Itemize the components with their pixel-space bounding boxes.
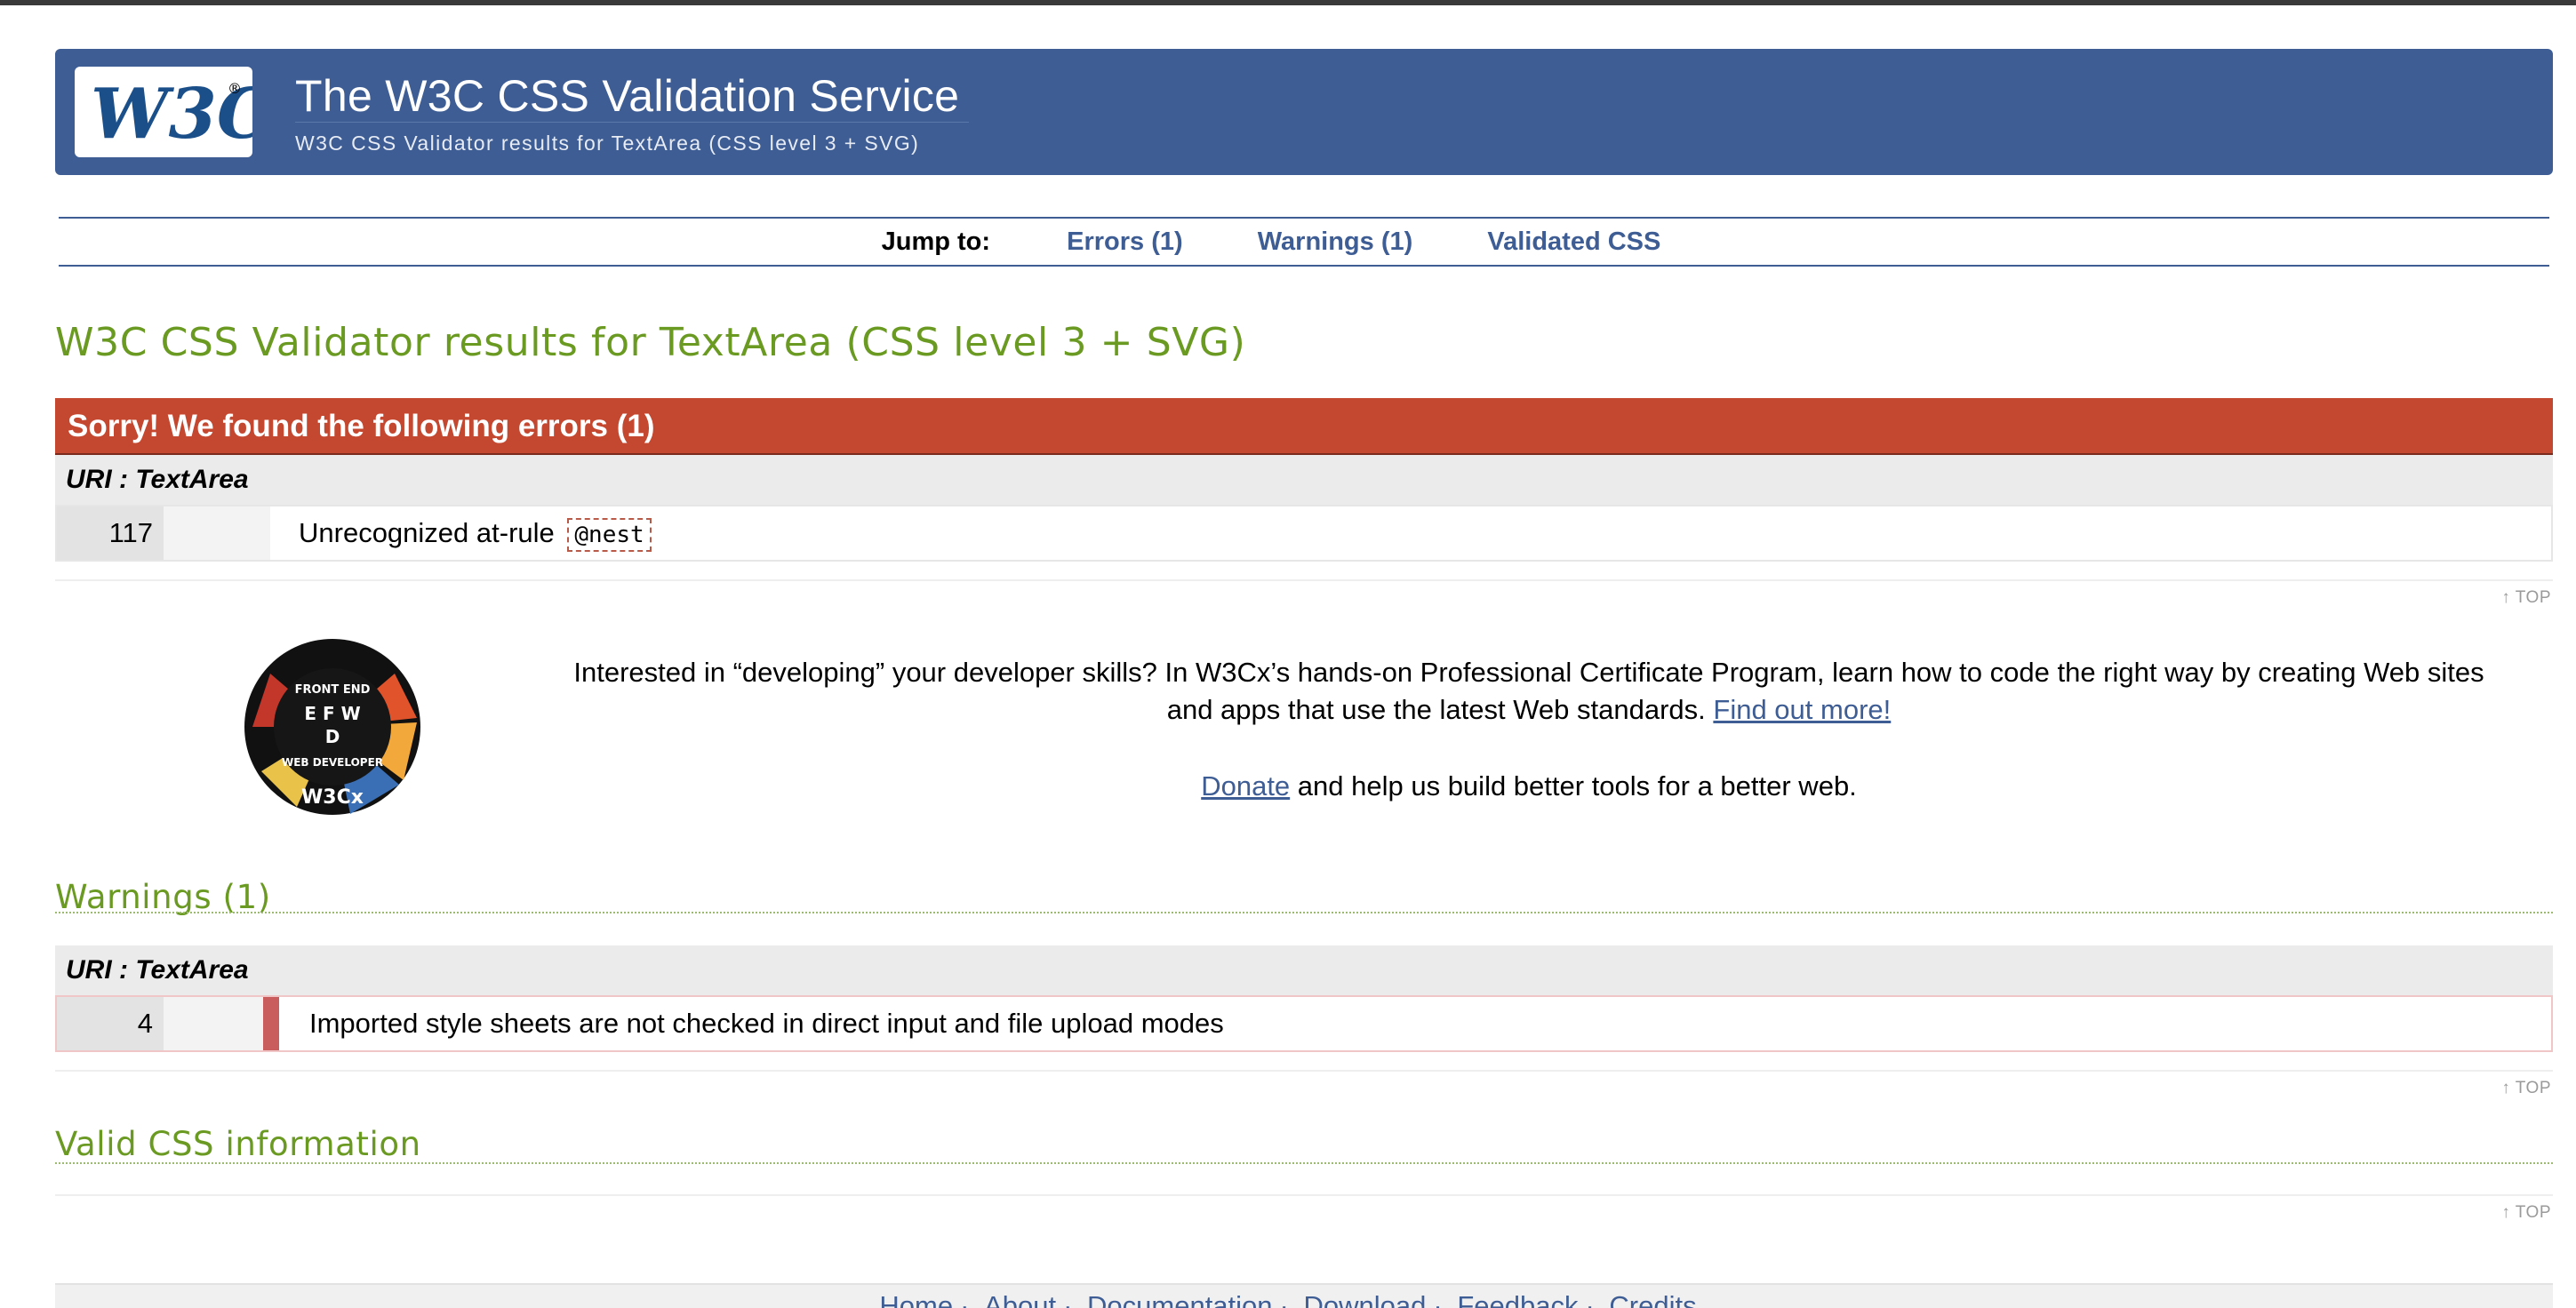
warning-message: Imported style sheets are not checked in… (309, 1008, 1224, 1039)
back-to-top-link[interactable]: ↑ TOP (2501, 1203, 2551, 1223)
jump-nav-rule-bottom (59, 265, 2549, 267)
footer-separator: · (1279, 1290, 1289, 1308)
footer-link-credits[interactable]: Credits (1609, 1290, 1696, 1308)
valid-css-heading-rule (55, 1162, 2553, 1164)
donate-link[interactable]: Donate (1201, 770, 1290, 802)
warning-line-number: 4 (57, 997, 164, 1050)
valid-css-heading: Valid CSS information (55, 1125, 421, 1163)
find-out-more-link[interactable]: Find out more! (1713, 694, 1891, 725)
error-context-cell (164, 506, 270, 560)
warnings-heading: Warnings (1) (55, 878, 271, 916)
promo-message: Interested in “developing” your develope… (551, 654, 2507, 729)
back-to-top-link[interactable]: ↑ TOP (2501, 588, 2551, 608)
page-title: The W3C CSS Validation Service (295, 71, 960, 121)
jump-link-warnings[interactable]: Warnings (1) (1258, 227, 1413, 257)
error-message: Unrecognized at-rule @nest (299, 506, 652, 562)
footer-separator: · (1433, 1290, 1443, 1308)
errors-uri-row: URI : TextArea (55, 455, 2553, 505)
jump-link-errors[interactable]: Errors (1) (1067, 227, 1183, 257)
error-line-number: 117 (57, 506, 164, 560)
svg-text:FRONT END: FRONT END (295, 683, 371, 697)
donate-message: Donate and help us build better tools fo… (551, 768, 2507, 805)
footer-nav: Home · About · Documentation · Download · Fe… (0, 1290, 2576, 1308)
section-separator (55, 1194, 2553, 1196)
footer-link-download[interactable]: Download (1303, 1290, 1426, 1308)
promo-text: Interested in “developing” your develope… (573, 657, 2484, 725)
jump-link-validated-css[interactable]: Validated CSS (1487, 227, 1660, 257)
svg-text:D: D (325, 726, 340, 747)
donate-text: and help us build better tools for a bet… (1290, 770, 1857, 802)
section-separator (55, 1070, 2553, 1072)
page-subtitle: W3C CSS Validator results for TextArea (… (295, 132, 920, 155)
results-heading: W3C CSS Validator results for TextArea (… (55, 320, 1246, 365)
footer-link-about[interactable]: About (984, 1290, 1056, 1308)
w3c-logo[interactable]: W3C ® (75, 67, 252, 157)
front-end-developer-badge[interactable]: FRONT END E F W D WEB DEVELOPER W3Cx (244, 638, 421, 816)
footer-separator: · (960, 1290, 970, 1308)
errors-banner: Sorry! We found the following errors (1) (55, 398, 2553, 455)
jump-nav-rule-top (59, 217, 2549, 219)
error-code-snippet: @nest (567, 518, 652, 552)
error-message-text: Unrecognized at-rule (299, 517, 555, 548)
jump-nav: Jump to: Errors (1) Warnings (1) Validat… (0, 227, 2576, 257)
svg-text:W3Cx: W3Cx (301, 786, 364, 809)
footer-link-documentation[interactable]: Documentation (1087, 1290, 1273, 1308)
footer-separator: · (1063, 1290, 1073, 1308)
back-to-top-link[interactable]: ↑ TOP (2501, 1079, 2551, 1098)
warning-context-cell (164, 997, 263, 1050)
svg-text:WEB DEVELOPER: WEB DEVELOPER (282, 756, 383, 769)
site-header: W3C ® The W3C CSS Validation Service W3C… (55, 49, 2553, 175)
warning-level-marker (263, 997, 279, 1050)
section-separator (55, 579, 2553, 581)
svg-text:E F W: E F W (304, 703, 360, 724)
footer-link-home[interactable]: Home (879, 1290, 953, 1308)
title-underline (295, 122, 969, 123)
warnings-uri-row: URI : TextArea (55, 945, 2553, 995)
warning-row: 4 Imported style sheets are not checked … (55, 995, 2553, 1052)
warnings-heading-rule (55, 912, 2553, 913)
error-row: 117 Unrecognized at-rule @nest (55, 505, 2553, 562)
jump-label: Jump to: (881, 227, 991, 256)
window-top-edge (0, 0, 2576, 5)
footer-separator: · (1585, 1290, 1595, 1308)
svg-text:®: ® (228, 80, 242, 97)
footer-link-feedback[interactable]: Feedback (1457, 1290, 1578, 1308)
